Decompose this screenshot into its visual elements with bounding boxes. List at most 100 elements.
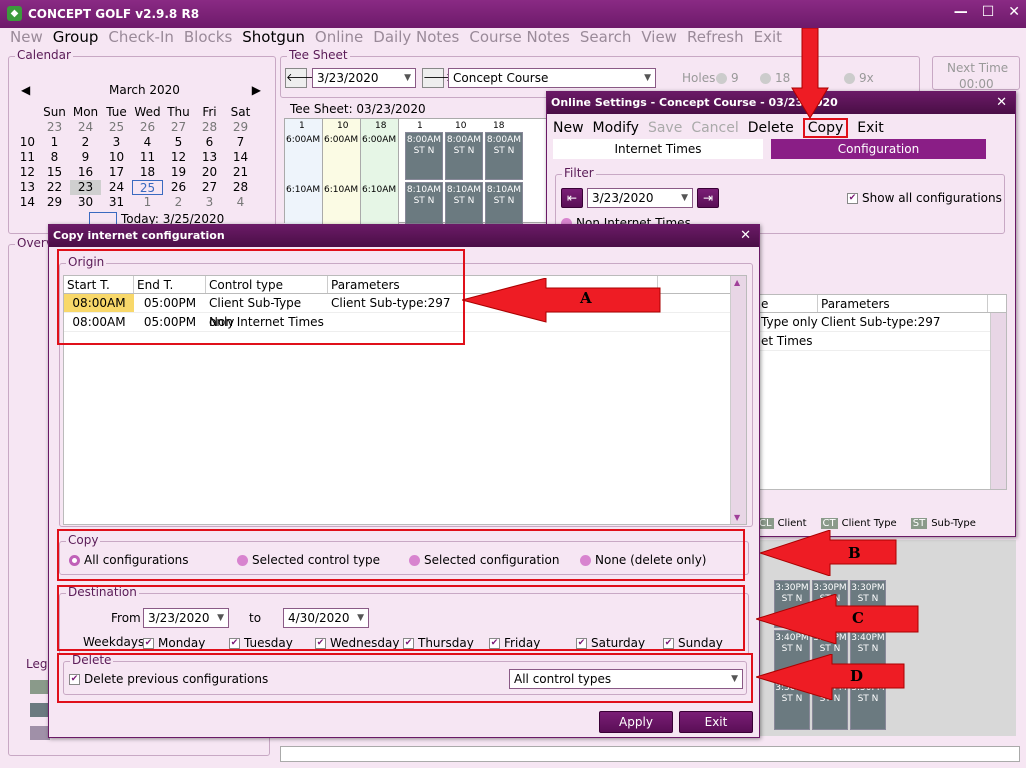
copy-button[interactable]: Copy [802, 118, 849, 138]
menu-new[interactable]: New [10, 28, 43, 50]
tee-time[interactable]: 6:00AM [324, 135, 358, 145]
calendar-day[interactable]: 17 [101, 165, 132, 180]
show-all-checkbox[interactable]: ✔ Show all configurations [847, 191, 1002, 205]
close-icon[interactable]: ✕ [996, 92, 1007, 114]
calendar-day[interactable]: 26 [163, 180, 194, 195]
table-row[interactable]: et Times [758, 332, 1006, 351]
save-button[interactable]: Save [648, 120, 682, 138]
calendar-day[interactable]: 4 [132, 135, 163, 150]
menu-blocks[interactable]: Blocks [184, 28, 232, 50]
tee-time[interactable]: 6:10AM [286, 185, 320, 195]
prev-date-button[interactable]: 🡐 [285, 68, 316, 88]
calendar-day[interactable]: 26 [132, 120, 163, 135]
calendar-day[interactable]: 8 [39, 150, 70, 165]
next-date-button[interactable]: 🡒 [422, 68, 453, 88]
modify-button[interactable]: Modify [593, 120, 639, 138]
maximize-icon[interactable]: ☐ [982, 4, 995, 20]
apply-button[interactable]: Apply [599, 711, 673, 733]
origin-scrollbar[interactable]: ▲ ▼ [730, 276, 746, 524]
calendar-day[interactable]: 31 [101, 195, 132, 210]
menu-course-notes[interactable]: Course Notes [469, 28, 569, 50]
exit-button[interactable]: Exit [857, 120, 884, 138]
menu-search[interactable]: Search [580, 28, 632, 50]
calendar-day[interactable]: 15 [39, 165, 70, 180]
menu-check-in[interactable]: Check-In [108, 28, 174, 50]
calendar-day[interactable]: 3 [101, 135, 132, 150]
calendar-day[interactable]: 12 [163, 150, 194, 165]
calendar-day[interactable]: 24 [70, 120, 101, 135]
holes-option-18[interactable]: 18 [760, 71, 790, 85]
menu-shotgun[interactable]: Shotgun [242, 28, 305, 50]
minimize-icon[interactable]: — [954, 4, 968, 20]
calendar-day[interactable]: 20 [194, 165, 225, 180]
tee-time[interactable]: 6:10AM [324, 185, 358, 195]
filter-prev-button[interactable]: ⇤ [561, 188, 583, 208]
tee-slot[interactable]: 8:10AM ST N [445, 182, 483, 224]
calendar-day[interactable]: 5 [163, 135, 194, 150]
calendar-day[interactable]: 23 [39, 120, 70, 135]
tee-time[interactable]: 6:00AM [286, 135, 320, 145]
tee-slot[interactable]: 8:10AM ST N [485, 182, 523, 224]
holes-option-9x[interactable]: 9x [844, 71, 874, 85]
tee-slot[interactable]: 8:10AM ST N [405, 182, 443, 224]
tee-time[interactable]: 6:00AM [362, 135, 396, 145]
calendar-day[interactable]: 13 [194, 150, 225, 165]
scroll-down-icon[interactable]: ▼ [734, 513, 740, 522]
calendar-day[interactable]: 4 [225, 195, 256, 210]
exit-button[interactable]: Exit [679, 711, 753, 733]
calendar-day[interactable]: 9 [70, 150, 101, 165]
tee-slot[interactable]: 8:00AM ST N [405, 132, 443, 180]
calendar-day[interactable]: 25 [101, 120, 132, 135]
calendar-day[interactable]: 7 [225, 135, 256, 150]
filter-date-combo[interactable]: 3/23/2020 ▼ [587, 188, 693, 208]
new-button[interactable]: New [553, 120, 584, 138]
cancel-button[interactable]: Cancel [691, 120, 738, 138]
calendar-day[interactable]: 29 [39, 195, 70, 210]
calendar-day[interactable]: 24 [101, 180, 132, 195]
menu-daily-notes[interactable]: Daily Notes [373, 28, 459, 50]
close-icon[interactable]: ✕ [1008, 4, 1020, 20]
tab-internet-times[interactable]: Internet Times [553, 139, 763, 159]
prev-month-icon[interactable]: ◀ [21, 83, 30, 97]
holes-option-9[interactable]: 9 [716, 71, 739, 85]
calendar-day[interactable]: 2 [163, 195, 194, 210]
calendar-day[interactable]: 25 [132, 180, 163, 195]
calendar-day[interactable]: 30 [70, 195, 101, 210]
calendar-day[interactable]: 2 [70, 135, 101, 150]
menu-refresh[interactable]: Refresh [687, 28, 744, 50]
calendar-day[interactable]: 16 [70, 165, 101, 180]
calendar-day[interactable]: 29 [225, 120, 256, 135]
calendar-day[interactable]: 19 [163, 165, 194, 180]
menu-exit[interactable]: Exit [754, 28, 782, 50]
course-combo[interactable]: Concept Course ▼ [448, 68, 656, 88]
filter-next-button[interactable]: ⇥ [697, 188, 719, 208]
calendar-day[interactable]: 10 [101, 150, 132, 165]
table-scrollbar[interactable] [990, 313, 1006, 489]
calendar-day[interactable]: 1 [132, 195, 163, 210]
tee-slot[interactable]: 8:00AM ST N [445, 132, 483, 180]
calendar-day[interactable]: 18 [132, 165, 163, 180]
scroll-up-icon[interactable]: ▲ [734, 278, 740, 287]
calendar-day[interactable]: 11 [132, 150, 163, 165]
close-icon[interactable]: ✕ [740, 225, 751, 247]
calendar-day[interactable]: 28 [194, 120, 225, 135]
calendar-day[interactable]: 23 [70, 180, 101, 195]
tab-configuration[interactable]: Configuration [771, 139, 986, 159]
calendar-day[interactable]: 1 [39, 135, 70, 150]
calendar-day[interactable]: 21 [225, 165, 256, 180]
menu-view[interactable]: View [641, 28, 677, 50]
calendar-day[interactable]: 14 [225, 150, 256, 165]
table-row[interactable]: Type only Client Sub-type:297 [758, 313, 1006, 332]
calendar-day[interactable]: 6 [194, 135, 225, 150]
menu-group[interactable]: Group [53, 28, 99, 50]
tee-slot[interactable]: 8:00AM ST N [485, 132, 523, 180]
calendar-day[interactable]: 28 [225, 180, 256, 195]
calendar-day[interactable]: 22 [39, 180, 70, 195]
menu-online[interactable]: Online [315, 28, 363, 50]
tee-time[interactable]: 6:10AM [362, 185, 396, 195]
teesheet-date-combo[interactable]: 3/23/2020 ▼ [312, 68, 416, 88]
calendar-day[interactable]: 27 [194, 180, 225, 195]
calendar-day[interactable]: 3 [194, 195, 225, 210]
delete-button[interactable]: Delete [748, 120, 794, 138]
calendar-day[interactable]: 27 [163, 120, 194, 135]
